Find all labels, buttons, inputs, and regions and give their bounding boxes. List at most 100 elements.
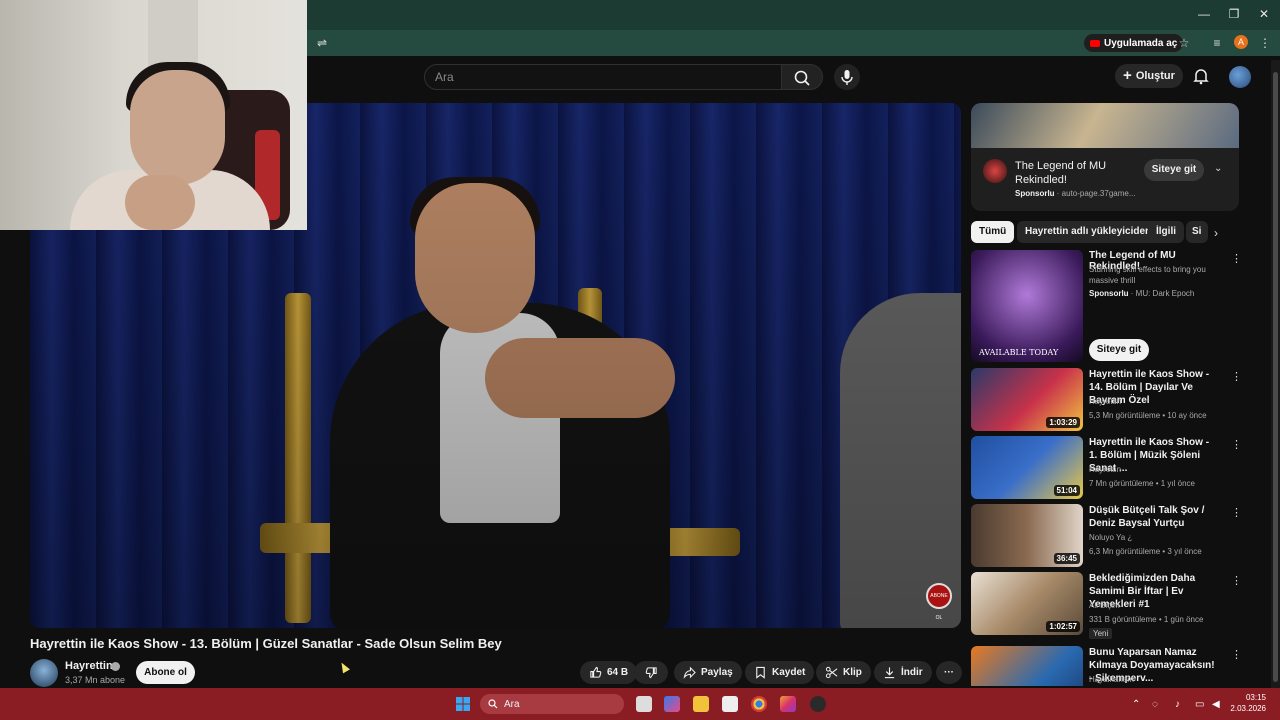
channel-name[interactable]: Hayrettin bbox=[1089, 465, 1121, 474]
share-button[interactable]: Paylaş bbox=[674, 661, 742, 684]
ad-title[interactable]: The Legend of MU Rekindled! bbox=[1015, 159, 1115, 187]
task-view-icon[interactable] bbox=[636, 696, 652, 712]
more-vertical-icon[interactable]: ⋮ bbox=[1231, 370, 1242, 383]
chip-related[interactable]: İlgili bbox=[1148, 221, 1184, 243]
verified-icon bbox=[111, 662, 120, 671]
channel-watermark[interactable]: ABONE OL bbox=[926, 583, 952, 621]
subscribe-button[interactable]: Abone ol bbox=[136, 661, 195, 684]
search-button[interactable] bbox=[781, 64, 823, 90]
site-settings-icon[interactable]: ⇌ bbox=[314, 35, 330, 51]
video-title[interactable]: Düşük Bütçeli Talk Şov / Deniz Baysal Yu… bbox=[1089, 504, 1217, 530]
more-vertical-icon[interactable]: ⋮ bbox=[1231, 252, 1242, 265]
search-icon bbox=[794, 70, 810, 86]
start-button[interactable] bbox=[456, 697, 470, 711]
channel-name[interactable]: Hayrettin bbox=[65, 660, 113, 672]
sponsored-label: Sponsorlu bbox=[1089, 289, 1129, 298]
close-icon[interactable]: ✕ bbox=[1256, 6, 1272, 22]
channel-avatar[interactable] bbox=[30, 659, 58, 687]
taskbar-search[interactable]: Ara bbox=[480, 694, 624, 714]
list-item[interactable]: 1:03:29 Hayrettin ile Kaos Show - 14. Bö… bbox=[971, 368, 1242, 432]
file-explorer-icon[interactable] bbox=[693, 696, 709, 712]
video-thumbnail[interactable]: 36:45 bbox=[971, 504, 1083, 567]
clock-time: 03:15 bbox=[1245, 693, 1266, 702]
scissors-icon bbox=[825, 666, 838, 679]
ad-visit-button[interactable]: Siteye git bbox=[1144, 159, 1204, 181]
list-item[interactable]: 1:02:57 Beklediğimizden Daha Samimi Bir … bbox=[971, 572, 1242, 639]
more-horizontal-icon: ··· bbox=[944, 667, 954, 678]
more-vertical-icon[interactable]: ⋮ bbox=[1231, 506, 1242, 519]
channel-name[interactable]: Hayrettin bbox=[1089, 397, 1121, 406]
sponsored-video-item[interactable]: AVAILABLE TODAY The Legend of MU Rekindl… bbox=[971, 250, 1242, 362]
chevron-down-icon[interactable]: ⌄ bbox=[1214, 163, 1222, 174]
instagram-icon[interactable] bbox=[780, 696, 796, 712]
media-control-icon[interactable]: ≡ bbox=[1209, 35, 1225, 51]
tray-chevron-icon[interactable]: ⌃ bbox=[1132, 699, 1140, 710]
ad-visit-button[interactable]: Siteye git bbox=[1089, 339, 1149, 361]
channel-name[interactable]: Hayalhanem bbox=[1089, 675, 1134, 684]
microphone-icon[interactable]: ♪ bbox=[1175, 699, 1180, 710]
video-meta: 6,3 Mn görüntüleme • 3 yıl önce bbox=[1089, 547, 1202, 556]
download-label: İndir bbox=[901, 667, 923, 678]
create-button[interactable]: + Oluştur bbox=[1115, 64, 1183, 88]
volume-icon[interactable]: ◀ bbox=[1212, 699, 1220, 710]
more-vertical-icon[interactable]: ⋮ bbox=[1231, 574, 1242, 587]
subscriber-count: 3,37 Mn abone bbox=[65, 675, 126, 685]
video-thumbnail[interactable]: 51:04 bbox=[971, 436, 1083, 499]
store-icon[interactable] bbox=[722, 696, 738, 712]
video-duration: 51:04 bbox=[1053, 485, 1080, 496]
ad-banner-image[interactable] bbox=[971, 103, 1239, 148]
list-item[interactable]: 36:45 Düşük Bütçeli Talk Şov / Deniz Bay… bbox=[971, 504, 1242, 568]
video-thumbnail[interactable] bbox=[971, 646, 1083, 686]
restore-icon[interactable]: ❐ bbox=[1226, 6, 1242, 22]
new-badge: Yeni bbox=[1089, 628, 1113, 639]
search-input[interactable]: Ara bbox=[424, 64, 782, 90]
bell-icon bbox=[1193, 69, 1209, 85]
webcam-overlay bbox=[0, 0, 307, 230]
ad-logo bbox=[983, 159, 1007, 183]
download-button[interactable]: İndir bbox=[874, 661, 932, 684]
chrome-icon[interactable] bbox=[751, 696, 767, 712]
video-duration: 36:45 bbox=[1053, 553, 1080, 564]
mouse-cursor bbox=[338, 660, 350, 674]
voice-search-button[interactable] bbox=[834, 64, 860, 90]
like-count: 64 B bbox=[607, 667, 629, 678]
browser-profile-avatar[interactable]: A bbox=[1234, 35, 1248, 49]
list-item[interactable]: Bunu Yaparsan Namaz Kılmaya Doyamayacaks… bbox=[971, 646, 1239, 686]
like-button[interactable]: 64 B bbox=[580, 661, 638, 684]
open-in-app-button[interactable]: Uygulamada aç bbox=[1084, 34, 1184, 52]
chip-all[interactable]: Tümü bbox=[971, 221, 1015, 243]
taskbar-clock[interactable]: 03:15 2.03.2026 bbox=[1226, 692, 1266, 714]
more-actions-button[interactable]: ··· bbox=[936, 661, 962, 684]
list-item[interactable]: 51:04 Hayrettin ile Kaos Show - 1. Bölüm… bbox=[971, 436, 1242, 500]
network-icon[interactable]: ◌ bbox=[1152, 699, 1158, 710]
video-thumbnail[interactable]: 1:02:57 bbox=[971, 572, 1083, 635]
chip-from-uploader[interactable]: Hayrettin adlı yükleyiciden bbox=[1017, 221, 1160, 243]
clip-button[interactable]: Klip bbox=[816, 661, 871, 684]
save-label: Kaydet bbox=[772, 667, 806, 678]
ad-advertiser: MU: Dark Epoch bbox=[1135, 289, 1195, 298]
more-vertical-icon[interactable]: ⋮ bbox=[1231, 648, 1239, 661]
browser-menu-icon[interactable]: ⋮ bbox=[1257, 35, 1273, 51]
ad-thumbnail[interactable]: AVAILABLE TODAY bbox=[971, 250, 1083, 362]
m365-icon[interactable] bbox=[664, 696, 680, 712]
dislike-button[interactable] bbox=[634, 661, 668, 684]
companion-ad-card[interactable]: The Legend of MU Rekindled! Sponsorlu · … bbox=[971, 103, 1239, 211]
display-icon[interactable]: ▭ bbox=[1195, 699, 1204, 710]
chip-more[interactable]: Si bbox=[1186, 221, 1208, 243]
channel-name[interactable]: Ali Biçim bbox=[1089, 601, 1120, 610]
video-meta: 331 B görüntüleme • 1 gün önce bbox=[1089, 615, 1204, 624]
bookmark-star-icon[interactable]: ☆ bbox=[1176, 35, 1192, 51]
obs-icon[interactable] bbox=[810, 696, 826, 712]
minimize-icon[interactable]: — bbox=[1196, 6, 1212, 22]
scrollbar-thumb[interactable] bbox=[1273, 72, 1278, 682]
more-vertical-icon[interactable]: ⋮ bbox=[1231, 438, 1242, 451]
video-thumbnail[interactable]: 1:03:29 bbox=[971, 368, 1083, 431]
chevron-right-icon[interactable]: › bbox=[1214, 226, 1218, 240]
account-avatar[interactable] bbox=[1229, 66, 1251, 88]
notifications-button[interactable] bbox=[1192, 67, 1210, 85]
microphone-icon bbox=[841, 70, 853, 85]
save-button[interactable]: Kaydet bbox=[745, 661, 815, 684]
share-icon bbox=[683, 666, 696, 679]
ad-thumbnail-text: AVAILABLE TODAY bbox=[979, 348, 1059, 357]
channel-name[interactable]: Noluyo Ya ¿ bbox=[1089, 533, 1132, 542]
